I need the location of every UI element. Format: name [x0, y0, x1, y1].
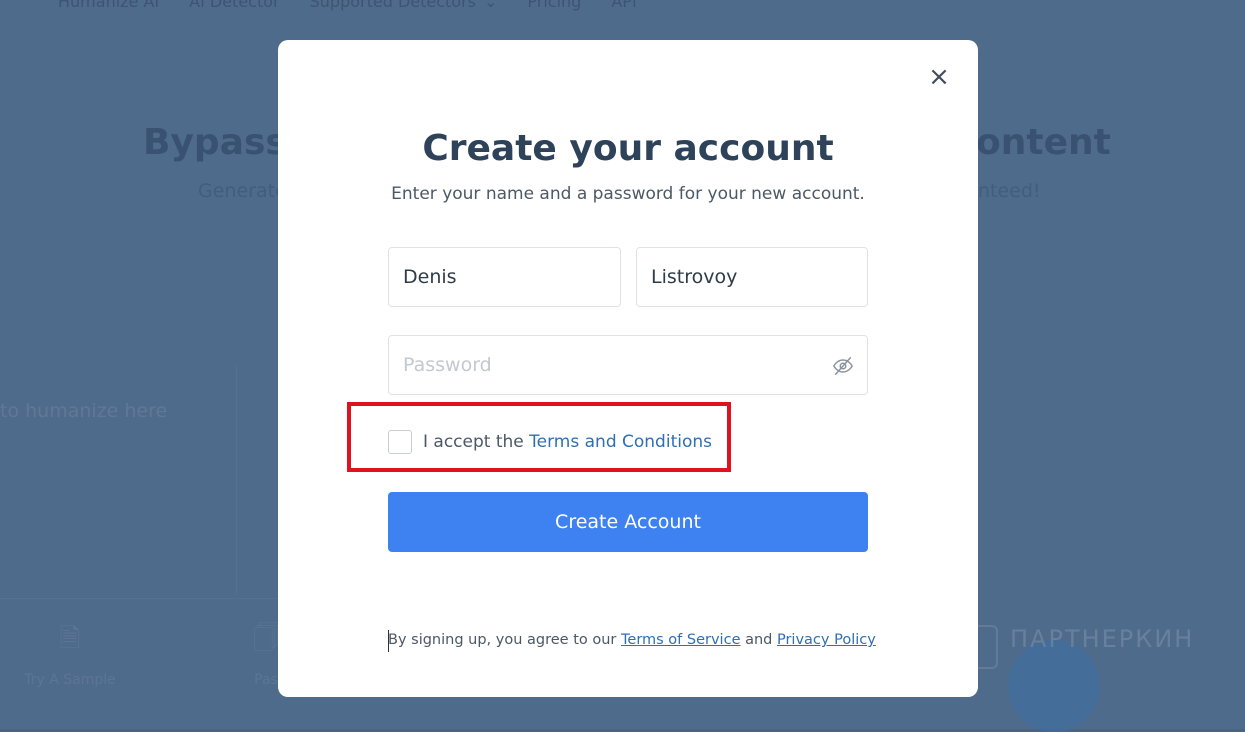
hero-sub-left: Generate	[198, 180, 287, 202]
hero-text-left: Bypass	[143, 122, 287, 163]
terms-of-service-link[interactable]: Terms of Service	[621, 632, 740, 648]
create-account-modal: × Create your account Enter your name an…	[278, 40, 978, 697]
eye-off-icon[interactable]	[832, 355, 854, 377]
chevron-down-icon: ⌄	[484, 0, 498, 11]
legal-and: and	[740, 632, 777, 648]
privacy-policy-link[interactable]: Privacy Policy	[777, 632, 876, 648]
background-nav: Humanize AI AI Detector Supported Detect…	[58, 0, 637, 11]
create-account-button[interactable]: Create Account	[388, 492, 868, 552]
accept-terms-prefix: I accept the	[423, 432, 530, 452]
try-sample-button[interactable]: 🗎 Try A Sample	[22, 620, 118, 688]
background-editor-placeholder: to humanize here	[0, 400, 168, 422]
hero-sub-right: nteed!	[978, 180, 1041, 202]
nav-humanize-ai[interactable]: Humanize AI	[58, 0, 159, 11]
accept-terms-label: I accept the Terms and Conditions	[423, 432, 712, 452]
first-name-input[interactable]	[388, 247, 621, 307]
terms-and-conditions-link[interactable]: Terms and Conditions	[529, 432, 712, 452]
nav-ai-detector[interactable]: AI Detector	[189, 0, 279, 11]
modal-title: Create your account	[422, 128, 834, 169]
legal-prefix: By signing up, you agree to our	[388, 632, 621, 648]
terms-checkbox[interactable]	[388, 430, 412, 454]
nav-pricing[interactable]: Pricing	[527, 0, 581, 11]
legal-notice: By signing up, you agree to our Terms of…	[388, 632, 876, 648]
nav-supported-detectors[interactable]: Supported Detectors ⌄	[310, 0, 498, 11]
password-input[interactable]	[388, 335, 868, 395]
document-icon: 🗎	[59, 624, 81, 654]
watermark-text: ПАРТНЕРКИН	[1010, 625, 1195, 653]
close-icon[interactable]: ×	[928, 64, 950, 90]
modal-subtitle: Enter your name and a password for your …	[391, 184, 865, 204]
hero-text-right: ontent	[976, 122, 1111, 163]
nav-api[interactable]: API	[611, 0, 636, 11]
last-name-input[interactable]	[636, 247, 868, 307]
watermark-circle	[1008, 640, 1100, 732]
